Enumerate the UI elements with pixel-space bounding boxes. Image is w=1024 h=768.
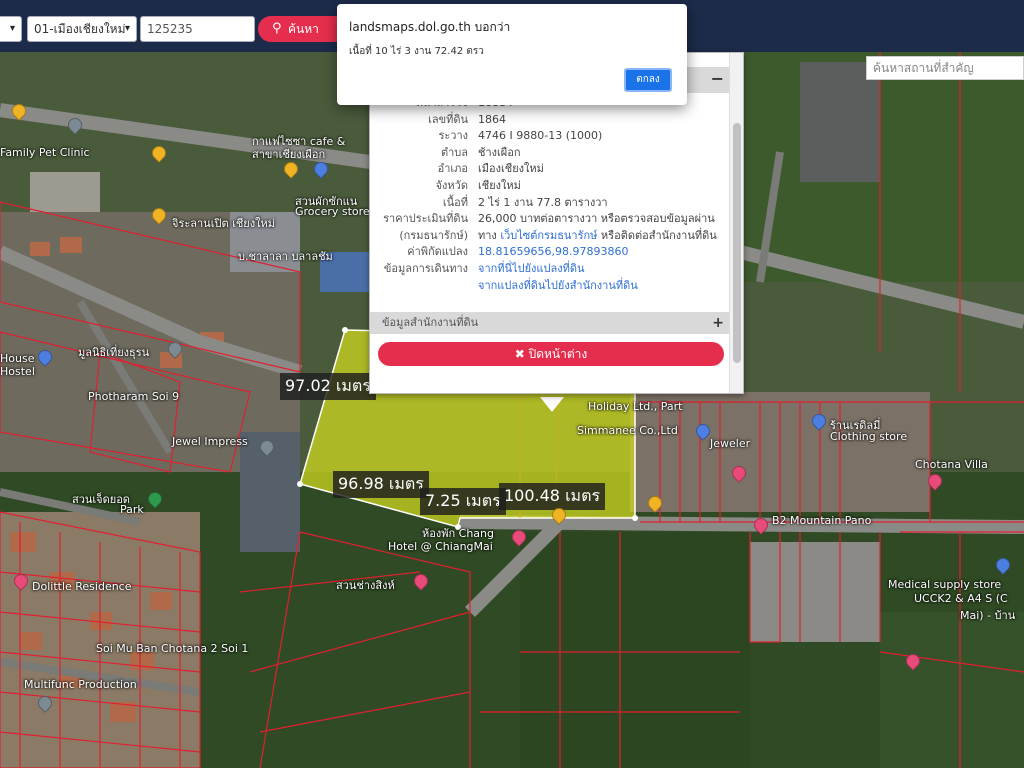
- close-window-button[interactable]: ✖ ปิดหน้าต่าง: [378, 342, 724, 366]
- landsmaps-window: ▾ 01-เมืองเชียงใหม่ ▾ 125235 ⚲ ค้นหา ค้น…: [0, 0, 1024, 768]
- info-row: จากแปลงที่ดินไปยังสำนักงานที่ดิน: [370, 278, 730, 295]
- info-row: ข้อมูลการเดินทาง จากที่นี่ไปยังแปลงที่ดิน: [370, 261, 730, 278]
- chevron-down-icon: ▾: [124, 23, 130, 34]
- info-key: ราคาประเมินที่ดิน: [383, 212, 468, 226]
- map-place-label: Photharam Soi 9: [88, 390, 180, 403]
- info-key: (กรมธนารักษ์): [399, 228, 468, 242]
- search-icon: ⚲: [272, 21, 282, 36]
- info-row: อำเภอ เมืองเชียงใหม่: [370, 161, 730, 178]
- map-place-label: B2 Mountain Pano: [772, 514, 872, 527]
- alert-message: เนื้อที่ 10 ไร่ 3 งาน 72.42 ตรว: [349, 46, 484, 57]
- map-place-label: Dolittle Residence: [32, 580, 132, 593]
- measurement-label: 100.48 เมตร: [499, 483, 606, 510]
- measurement-label: 96.98 เมตร: [333, 471, 429, 498]
- info-key: ข้อมูลการเดินทาง: [383, 261, 468, 275]
- map-place-label: Jewel Impress: [172, 435, 248, 448]
- measurement-label: 7.25 เมตร: [420, 488, 506, 515]
- scrollbar-thumb[interactable]: [733, 123, 741, 363]
- info-value: เชียงใหม่: [478, 178, 521, 192]
- map-place-label: Mai) - บ้าน: [960, 609, 1016, 622]
- info-key: ค่าพิกัดแปลง: [407, 245, 468, 259]
- info-value-prefix: ทาง: [478, 228, 497, 242]
- directions-to-parcel-link[interactable]: จากที่นี่ไปยังแปลงที่ดิน: [478, 261, 730, 278]
- search-button-label: ค้นหา: [288, 22, 319, 36]
- map-place-label: มูลนิธิเที่ยงธุรน: [78, 346, 150, 359]
- directions-to-office-link[interactable]: จากแปลงที่ดินไปยังสำนักงานที่ดิน: [478, 278, 730, 295]
- map-place-label: Chotana Villa: [915, 458, 988, 471]
- parcel-number-value: 125235: [147, 22, 193, 36]
- info-value-suffix: หรือติดต่อสำนักงานที่ดิน: [600, 228, 717, 242]
- land-office-label: ข้อมูลสำนักงานที่ดิน: [382, 316, 479, 329]
- treasury-website-link[interactable]: เว็บไซต์กรมธนารักษ์: [500, 229, 597, 242]
- map-place-label: สวนช่างสิงห์: [336, 579, 395, 592]
- info-key: ระวาง: [438, 129, 468, 143]
- info-key: [370, 278, 478, 295]
- info-value: 26,000 บาทต่อตารางวา หรือตรวจสอบข้อมูลผ่…: [478, 212, 715, 226]
- info-row: ราคาประเมินที่ดิน 26,000 บาทต่อตารางวา หร…: [370, 211, 730, 228]
- map-place-label: จิระลานเปิต เชียงใหม่: [172, 217, 275, 230]
- info-key: เลขที่ดิน: [428, 112, 468, 126]
- map-place-label: Medical supply store: [888, 578, 1002, 591]
- collapse-icon[interactable]: −: [711, 69, 724, 88]
- info-value: ช้างเผือก: [478, 145, 521, 159]
- alert-title: landsmaps.dol.go.th บอกว่า: [349, 20, 511, 34]
- info-key: อำเภอ: [437, 162, 468, 176]
- info-key: ตำบล: [440, 145, 468, 159]
- info-row: เนื้อที่ 2 ไร่ 1 งาน 77.8 ตารางวา: [370, 195, 730, 212]
- info-row: ค่าพิกัดแปลง 18.81659656,98.97893860: [370, 244, 730, 261]
- info-key: จังหวัด: [435, 178, 468, 192]
- district-select-value: 01-เมืองเชียงใหม่: [34, 22, 126, 36]
- map-place-label: Park: [120, 503, 144, 516]
- info-value: 1864: [478, 112, 506, 126]
- map-place-label: House: [0, 352, 35, 365]
- map-place-label: บ.ชาลาลา บลาลชัม: [238, 250, 333, 263]
- info-value: 2 ไร่ 1 งาน 77.8 ตารางวา: [478, 195, 608, 209]
- landmark-search-placeholder: ค้นหาสถานที่สำคัญ: [873, 61, 974, 75]
- info-value: 4746 I 9880-13 (1000): [478, 129, 603, 143]
- coordinates-link[interactable]: 18.81659656,98.97893860: [478, 244, 730, 261]
- district-select[interactable]: 01-เมืองเชียงใหม่ ▾: [27, 16, 137, 42]
- map-place-label: Simmanee Co.,Ltd: [577, 424, 678, 437]
- browser-alert-dialog: landsmaps.dol.go.th บอกว่า เนื้อที่ 10 ไ…: [337, 4, 687, 105]
- search-button[interactable]: ⚲ ค้นหา: [258, 16, 340, 42]
- parcel-number-input[interactable]: 125235: [140, 16, 255, 42]
- panel-scrollbar[interactable]: [729, 53, 743, 393]
- map-place-label: Clothing store: [830, 430, 908, 443]
- map-place-label: สาขาเชียงเผือก: [252, 148, 326, 161]
- map-place-label: Hostel: [0, 365, 35, 378]
- info-row: ระวาง 4746 I 9880-13 (1000): [370, 128, 730, 145]
- map-place-label: Family Pet Clinic: [0, 146, 90, 159]
- province-select[interactable]: ▾: [0, 16, 22, 42]
- measurement-label: 97.02 เมตร: [280, 373, 376, 400]
- alert-ok-button[interactable]: ตกลง: [624, 68, 672, 92]
- info-value: เมืองเชียงใหม่: [478, 162, 544, 176]
- info-value: ทาง เว็บไซต์กรมธนารักษ์ หรือติดต่อสำนักง…: [478, 228, 730, 245]
- land-office-section-toggle[interactable]: ข้อมูลสำนักงานที่ดิน +: [370, 312, 730, 334]
- map-place-label: Jeweler: [710, 437, 751, 450]
- map-place-label: Holiday Ltd., Part: [588, 400, 683, 413]
- info-row: ตำบล ช้างเผือก: [370, 145, 730, 162]
- map-place-label: Hotel @ ChiangMai: [388, 540, 493, 553]
- info-row: เลขที่ดิน 1864: [370, 112, 730, 129]
- expand-icon: +: [712, 315, 724, 331]
- info-row: (กรมธนารักษ์) ทาง เว็บไซต์กรมธนารักษ์ หรื…: [370, 228, 730, 245]
- info-row: จังหวัด เชียงใหม่: [370, 178, 730, 195]
- landmark-search-input[interactable]: ค้นหาสถานที่สำคัญ: [866, 56, 1024, 80]
- map-place-label: Multifunc Production: [24, 678, 137, 691]
- map-place-label: Grocery store: [295, 205, 370, 218]
- chevron-down-icon: ▾: [9, 23, 15, 34]
- info-key: เนื้อที่: [442, 195, 468, 209]
- parcel-info-rows: หน้าสำรวจ16884 เลขที่ดิน1864 ระวาง4746 I…: [370, 95, 730, 294]
- map-place-label: Soi Mu Ban Chotana 2 Soi 1: [96, 642, 249, 655]
- map-place-label: UCCK2 & A4 S (C: [914, 592, 1008, 605]
